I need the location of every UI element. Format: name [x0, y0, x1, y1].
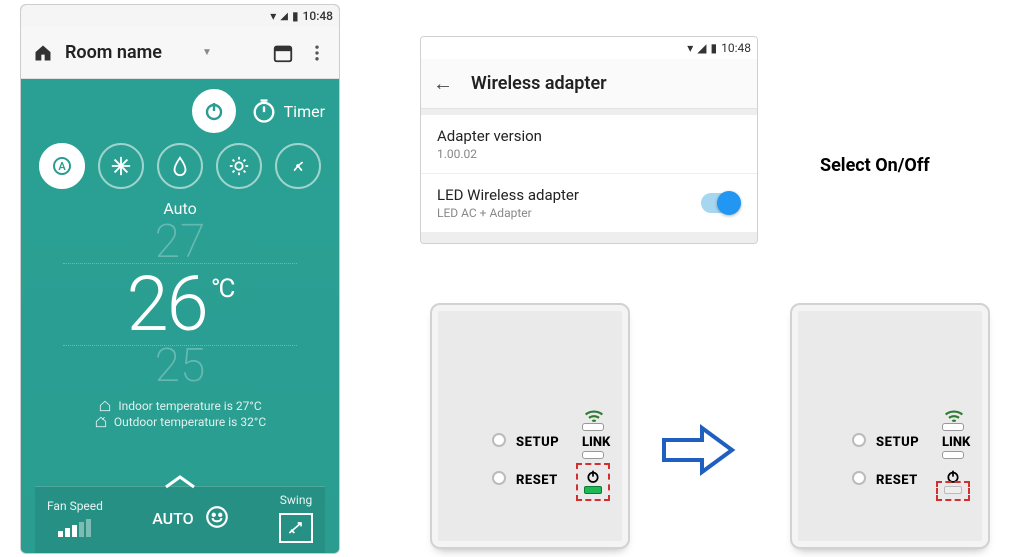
- led-slot: [942, 451, 964, 459]
- chevron-down-icon[interactable]: ▼: [202, 47, 212, 58]
- setup-label: SETUP: [516, 435, 559, 450]
- mode-cool-button[interactable]: [98, 143, 144, 189]
- adapter-version-value: 1.00.02: [437, 147, 542, 161]
- led-adapter-label: LED Wireless adapter: [437, 186, 579, 204]
- statusbar-time: 10:48: [721, 41, 751, 55]
- back-button[interactable]: ←: [433, 71, 453, 96]
- temp-info: Indoor temperature is 27°C Outdoor tempe…: [35, 397, 325, 431]
- temp-main: 26: [127, 270, 207, 338]
- calendar-icon[interactable]: [271, 41, 295, 65]
- ac-app-screen: ▾ ◢ ▮ 10:48 Room name ▼ Timer: [20, 4, 340, 554]
- adapter-version-label: Adapter version: [437, 127, 542, 145]
- timer-label: Timer: [284, 102, 325, 121]
- wifi-icon: ▾: [270, 9, 276, 23]
- setup-pinhole: [492, 433, 506, 447]
- page-title: Wireless adapter: [471, 73, 607, 94]
- temp-above: 27: [35, 222, 325, 263]
- adapter-version-row: Adapter version 1.00.02: [421, 115, 757, 174]
- adapter-device-led-on: SETUP RESET LINK: [430, 303, 630, 549]
- fanspeed-label: Fan Speed: [47, 499, 103, 513]
- app-bar: ← Wireless adapter: [421, 59, 757, 109]
- reset-label: RESET: [516, 473, 558, 488]
- room-title[interactable]: Room name: [65, 42, 162, 63]
- overflow-menu-icon[interactable]: [305, 41, 329, 65]
- led-adapter-toggle[interactable]: [701, 193, 741, 213]
- home-icon[interactable]: [31, 41, 55, 65]
- temp-below: 25: [35, 346, 325, 387]
- setup-pinhole: [852, 433, 866, 447]
- fanspeed-bars-icon[interactable]: [58, 519, 91, 537]
- setup-label: SETUP: [876, 435, 919, 450]
- wireless-adapter-screen: ▾ ◢ ▮ 10:48 ← Wireless adapter Adapter v…: [420, 36, 758, 244]
- svg-text:A: A: [58, 160, 66, 173]
- link-label: LINK: [942, 435, 970, 450]
- indoor-temp-text: Indoor temperature is 27°C: [118, 399, 261, 413]
- mode-auto-button[interactable]: A: [39, 143, 85, 189]
- arrow-right-icon: [658, 420, 738, 484]
- temperature-control[interactable]: 27 26 °C 25: [35, 222, 325, 387]
- reset-pinhole: [852, 471, 866, 485]
- highlight-box: [576, 463, 610, 501]
- led-adapter-sub: LED AC + Adapter: [437, 206, 579, 220]
- mode-dry-button[interactable]: [157, 143, 203, 189]
- led-slot: [582, 451, 604, 459]
- quiet-icon[interactable]: [204, 504, 230, 533]
- power-button[interactable]: [192, 89, 236, 133]
- mode-row: A: [39, 143, 321, 189]
- house-icon: [98, 399, 112, 413]
- highlight-box: [936, 481, 970, 501]
- swing-button[interactable]: [279, 513, 313, 543]
- outdoor-temp-text: Outdoor temperature is 32°C: [114, 415, 266, 429]
- statusbar: ▾ ◢ ▮ 10:48: [421, 37, 757, 59]
- battery-icon: ▮: [292, 9, 299, 23]
- temp-unit: °C: [211, 278, 234, 301]
- reset-label: RESET: [876, 473, 918, 488]
- ac-main-panel: Timer A Auto 27 26: [21, 79, 339, 553]
- led-slot: [942, 423, 964, 431]
- led-slot: [582, 423, 604, 431]
- swing-label: Swing: [280, 493, 312, 507]
- statusbar-time: 10:48: [303, 9, 333, 23]
- statusbar: ▾ ◢ ▮ 10:48: [21, 5, 339, 27]
- timer-button[interactable]: Timer: [250, 97, 325, 125]
- fanspeed-value[interactable]: AUTO: [152, 509, 194, 528]
- link-label: LINK: [582, 435, 610, 450]
- bottom-panel: Fan Speed AUTO Swing: [35, 486, 325, 553]
- app-bar: Room name ▼: [21, 27, 339, 79]
- section-gap: [421, 233, 757, 243]
- adapter-device-led-off: SETUP RESET LINK: [790, 303, 990, 549]
- wifi-icon: ▾: [687, 41, 693, 55]
- callout-text: Select On/Off: [820, 155, 930, 176]
- signal-icon: ◢: [697, 41, 706, 55]
- led-adapter-row[interactable]: LED Wireless adapter LED AC + Adapter: [421, 174, 757, 233]
- mode-heat-button[interactable]: [216, 143, 262, 189]
- house-out-icon: [94, 415, 108, 429]
- mode-fan-button[interactable]: [275, 143, 321, 189]
- battery-icon: ▮: [711, 41, 718, 55]
- reset-pinhole: [492, 471, 506, 485]
- chevron-up-icon[interactable]: [162, 473, 198, 495]
- signal-icon: ◢: [280, 11, 288, 22]
